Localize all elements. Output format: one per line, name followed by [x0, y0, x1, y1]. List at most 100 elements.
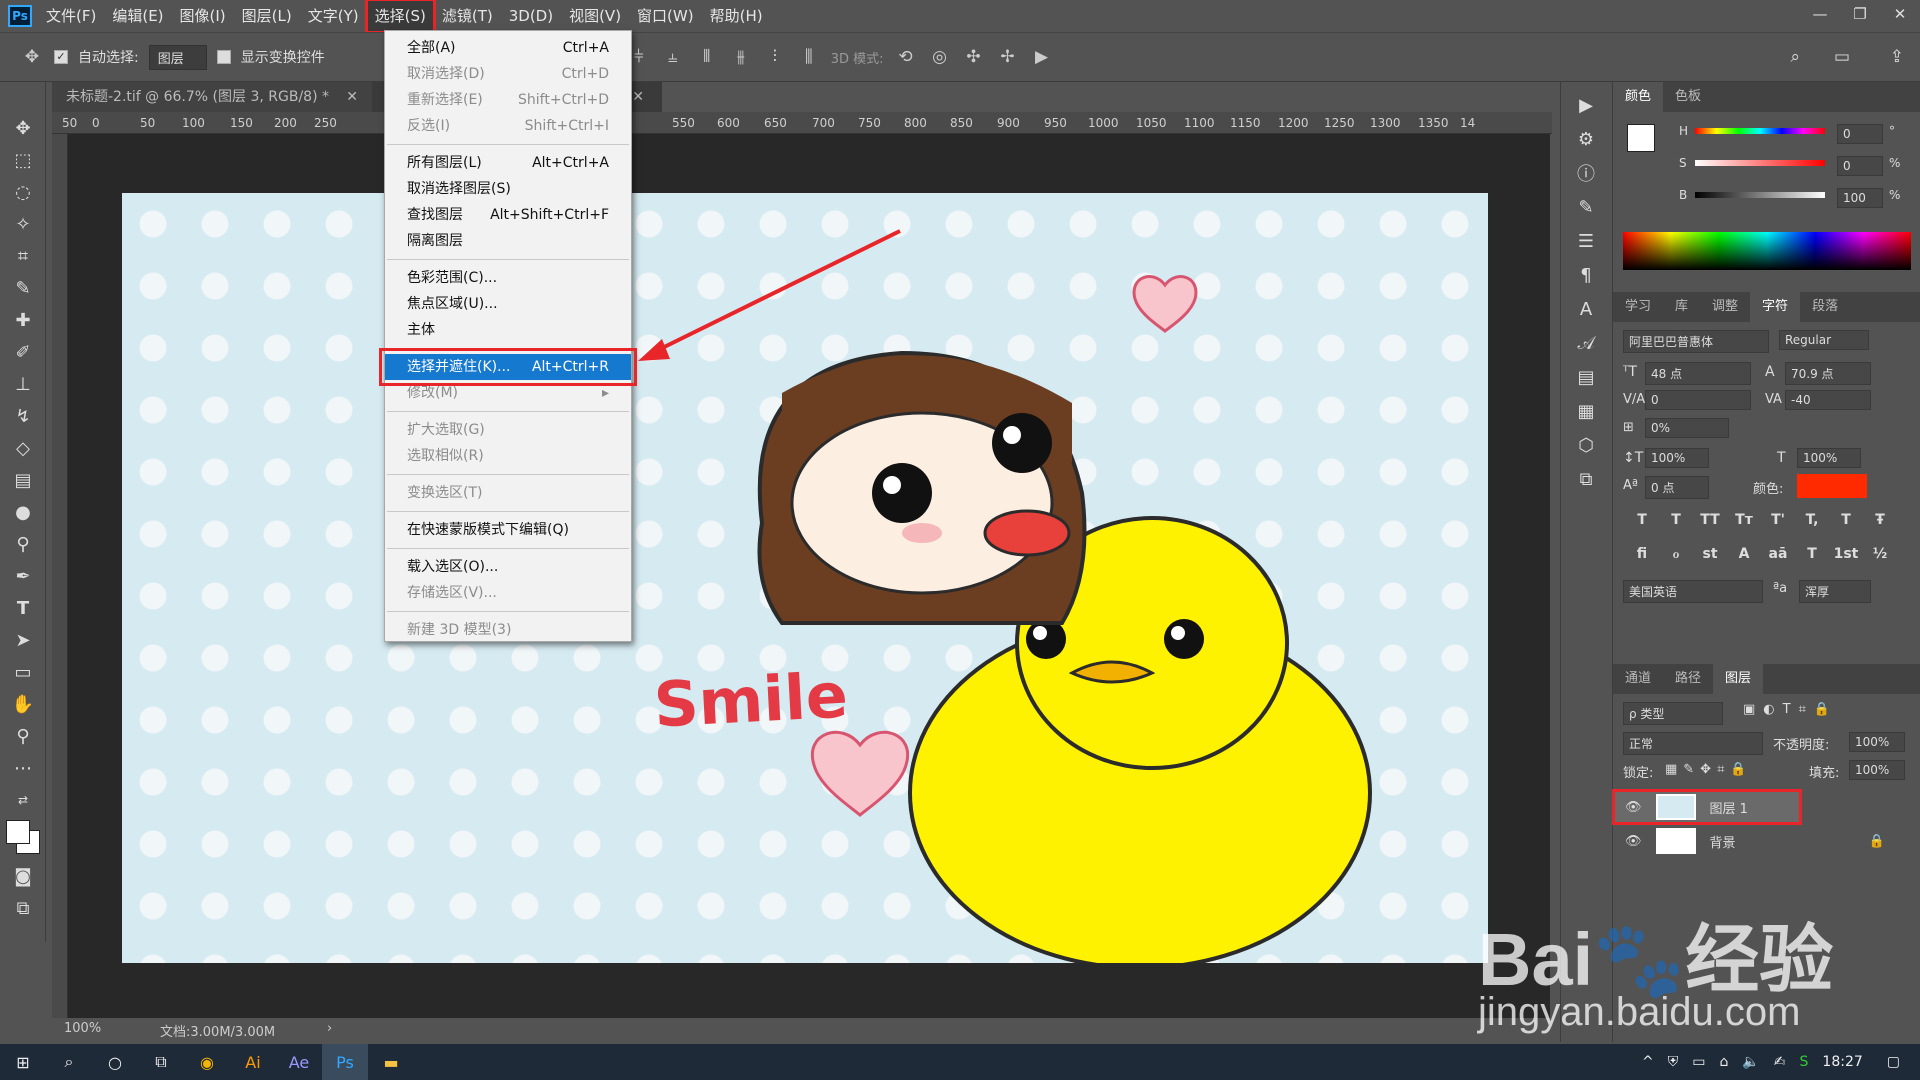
menu-10[interactable]: 帮助(H)	[702, 0, 771, 32]
font-family-dropdown[interactable]: 阿里巴巴普惠体	[1623, 330, 1769, 353]
quick-mask-icon[interactable]: ◙	[0, 860, 46, 892]
text-style-button[interactable]: T	[1833, 512, 1859, 528]
menu-8[interactable]: 视图(V)	[561, 0, 629, 32]
select-menu-item[interactable]: 选择并遮住(K)... Alt+Ctrl+R	[379, 348, 637, 386]
3d-rotate-icon[interactable]: ⟲	[894, 47, 918, 67]
tracking-field[interactable]: -40	[1785, 390, 1871, 410]
select-menu-item[interactable]: 全部(A) Ctrl+A	[385, 35, 631, 61]
paragraph-icon[interactable]: ¶	[1561, 258, 1611, 292]
clock[interactable]: 18:27	[1822, 1054, 1862, 1070]
select-menu-item[interactable]: 取消选择(D) Ctrl+D	[385, 61, 631, 87]
blend-mode-dropdown[interactable]: 正常	[1623, 732, 1763, 755]
text-style-button[interactable]: T	[1629, 512, 1655, 528]
zoom-tool-icon[interactable]: ⚲	[0, 720, 46, 752]
s-value[interactable]: 0	[1837, 156, 1883, 176]
app-tray-icon[interactable]: S	[1800, 1054, 1809, 1070]
select-menu-item[interactable]: 新建 3D 模型(3)	[385, 617, 631, 643]
visibility-eye-icon[interactable]: 👁	[1625, 800, 1642, 815]
menu-7[interactable]: 3D(D)	[501, 0, 561, 32]
tab-swatches[interactable]: 色板	[1663, 82, 1713, 112]
document-tab[interactable]: 未标题-2.tif @ 66.7% (图层 3, RGB/8) * ✕	[52, 82, 372, 112]
select-menu-item[interactable]: 查找图层 Alt+Shift+Ctrl+F	[385, 202, 631, 228]
select-menu-item[interactable]: 在快速蒙版模式下编辑(Q)	[385, 517, 631, 543]
menu-5[interactable]: 选择(S)	[364, 0, 436, 34]
text-style-button[interactable]: Ŧ	[1867, 512, 1893, 528]
magic-wand-tool-icon[interactable]: ✧	[0, 208, 46, 240]
adjustments-icon[interactable]: ⚙	[1561, 122, 1611, 156]
select-menu-item[interactable]: 反选(I) Shift+Ctrl+I	[385, 113, 631, 139]
select-menu-item[interactable]: 扩大选取(G)	[385, 417, 631, 443]
color-swatches[interactable]	[0, 816, 46, 860]
menu-9[interactable]: 窗口(W)	[629, 0, 702, 32]
tab-libraries[interactable]: 库	[1663, 292, 1700, 322]
notifications-icon[interactable]: ▢	[1887, 1054, 1900, 1070]
info-icon[interactable]: ⓘ	[1561, 156, 1611, 190]
after-effects-icon[interactable]: Ae	[276, 1044, 322, 1080]
menu-3[interactable]: 图层(L)	[234, 0, 300, 32]
opacity-field[interactable]: 100%	[1849, 732, 1905, 752]
hand-tool-icon[interactable]: ✋	[0, 688, 46, 720]
more-tools-icon[interactable]: ⋯	[0, 752, 46, 784]
horizontal-scale-field[interactable]: 100%	[1797, 448, 1861, 468]
properties-icon[interactable]: ☰	[1561, 224, 1611, 258]
tab-paths[interactable]: 路径	[1663, 664, 1713, 694]
select-menu-item[interactable]: 重新选择(E) Shift+Ctrl+D	[385, 87, 631, 113]
notes-icon[interactable]: ▤	[1561, 360, 1611, 394]
select-menu-item[interactable]: 色彩范围(C)...	[385, 265, 631, 291]
hue-slider[interactable]	[1695, 128, 1825, 134]
document-canvas[interactable]: Smile	[122, 193, 1488, 963]
stamp-tool-icon[interactable]: ⊥	[0, 368, 46, 400]
healing-tool-icon[interactable]: ✚	[0, 304, 46, 336]
align-center-icon[interactable]: ⫵	[729, 47, 753, 67]
swap-colors-icon[interactable]: ⇄	[0, 784, 46, 816]
character-icon[interactable]: A	[1561, 292, 1611, 326]
crop-tool-icon[interactable]: ⌗	[0, 240, 46, 272]
history-brush-icon[interactable]: ↯	[0, 400, 46, 432]
3d-camera-icon[interactable]: ▶	[1030, 47, 1054, 67]
opentype-button[interactable]: A	[1731, 546, 1757, 562]
text-style-button[interactable]: T'	[1765, 512, 1791, 528]
volume-icon[interactable]: 🔈	[1742, 1054, 1759, 1070]
text-style-button[interactable]: Tт	[1731, 512, 1757, 528]
select-menu-item[interactable]: 主体	[385, 317, 631, 343]
close-window-button[interactable]: ✕	[1880, 0, 1920, 28]
select-menu-item[interactable]: 焦点区域(U)...	[385, 291, 631, 317]
filter-icons[interactable]: ▣◐T⌗🔒	[1743, 702, 1838, 717]
layer-row-background[interactable]: 👁 背景 🔒	[1613, 824, 1913, 858]
text-style-button[interactable]: T	[1663, 512, 1689, 528]
align-left-icon[interactable]: ⫴	[695, 47, 719, 67]
select-menu-item[interactable]: 所有图层(L) Alt+Ctrl+A	[385, 150, 631, 176]
tray-chevron-icon[interactable]: ^	[1642, 1054, 1654, 1070]
align-bottom-icon[interactable]: ⫨	[661, 47, 685, 67]
tab-layers[interactable]: 图层	[1713, 664, 1764, 694]
rectangle-tool-icon[interactable]: ▭	[0, 656, 46, 688]
close-tab-icon[interactable]: ✕	[632, 89, 644, 105]
pen-tool-icon[interactable]: ✒	[0, 560, 46, 592]
marquee-tool-icon[interactable]: ⬚	[0, 144, 46, 176]
language-dropdown[interactable]: 美国英语	[1623, 580, 1763, 603]
vertical-scale-field[interactable]: 100%	[1645, 448, 1709, 468]
layer-row-layer1[interactable]: 👁 图层 1	[1612, 789, 1802, 825]
b-value[interactable]: 100	[1837, 188, 1883, 208]
align-right-icon[interactable]: ⫶	[763, 47, 787, 67]
task-view-icon[interactable]: ⧉	[138, 1044, 184, 1080]
distribute-icon[interactable]: ⫼	[797, 47, 821, 67]
lasso-tool-icon[interactable]: ◌	[0, 176, 46, 208]
opentype-button[interactable]: st	[1697, 546, 1723, 562]
h-value[interactable]: 0	[1837, 124, 1883, 144]
opentype-button[interactable]: T	[1799, 546, 1825, 562]
antialias-dropdown[interactable]: 浑厚	[1799, 580, 1871, 603]
dodge-tool-icon[interactable]: ⚲	[0, 528, 46, 560]
screen-mode-icon[interactable]: ⧉	[0, 892, 46, 924]
text-color-swatch[interactable]	[1797, 474, 1867, 498]
play-action-icon[interactable]: ▶	[1561, 88, 1611, 122]
eyedropper-tool-icon[interactable]: ✎	[0, 272, 46, 304]
blur-tool-icon[interactable]: ●	[0, 496, 46, 528]
font-size-field[interactable]: 48 点	[1645, 362, 1751, 385]
select-menu-item[interactable]: 修改(M) ▸	[385, 380, 631, 406]
cortana-icon[interactable]: ○	[92, 1044, 138, 1080]
show-transform-checkbox[interactable]	[216, 50, 231, 64]
baseline-field[interactable]: 0 点	[1645, 476, 1709, 499]
select-menu-item[interactable]: 取消选择图层(S)	[385, 176, 631, 202]
paragraph-style-icon[interactable]: ▦	[1561, 394, 1611, 428]
